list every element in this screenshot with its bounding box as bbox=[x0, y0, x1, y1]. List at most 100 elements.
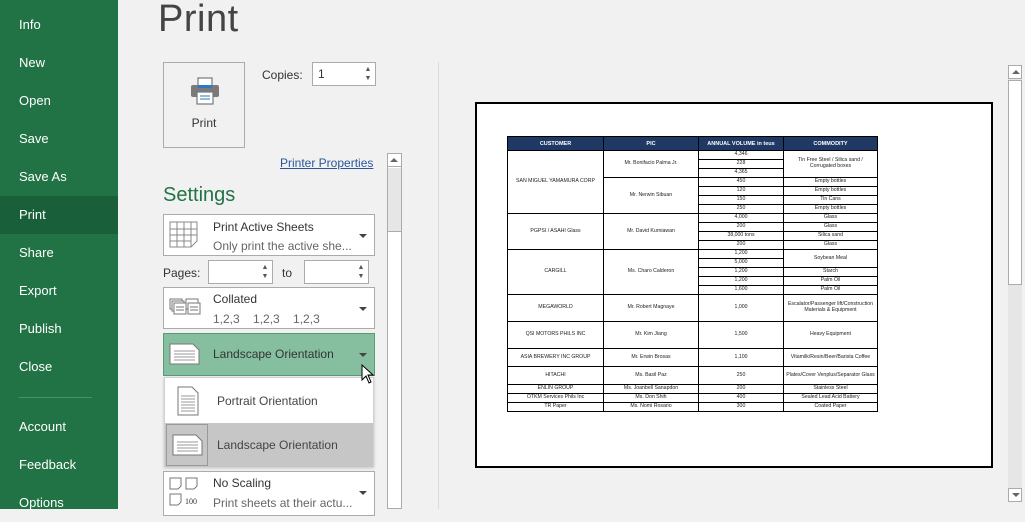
pages-to-increment[interactable]: ▲ bbox=[357, 264, 365, 272]
scaling-dropdown[interactable]: 100 No Scaling Print sheets at their act… bbox=[163, 471, 375, 516]
pages-from-increment[interactable]: ▲ bbox=[261, 264, 269, 272]
settings-scroll-track[interactable] bbox=[388, 168, 401, 232]
scaling-icon: 100 bbox=[169, 477, 198, 506]
sidebar-item-save-as[interactable]: Save As bbox=[0, 158, 118, 196]
commodity-cell: Palm Oil bbox=[783, 276, 878, 286]
pic-cell: Ms. Nomi Rosario bbox=[603, 402, 699, 412]
commodity-cell: Empty bottles bbox=[783, 204, 878, 214]
commodity-cell: Starch bbox=[783, 267, 878, 277]
sidebar-item-account[interactable]: Account bbox=[0, 408, 118, 446]
table-row: ENLIN GROUP Ms. Joanbell Sanapdon 200 Stain… bbox=[507, 384, 878, 394]
volume-cell: 120 bbox=[698, 186, 784, 196]
orientation-option-portrait-label: Portrait Orientation bbox=[217, 394, 318, 408]
volume-cell: 300 bbox=[698, 402, 784, 412]
volume-cell: 200 bbox=[698, 222, 784, 232]
customer-cell: QSI MOTORS PHILS INC bbox=[507, 321, 604, 349]
preview-table: CUSTOMER PIC ANNUAL VOLUME in teus COMMODIT… bbox=[507, 136, 878, 412]
table-row: QSI MOTORS PHILS INC Mr. Kim Jiang 1,500 He… bbox=[507, 321, 878, 349]
volume-cell: 1,600 bbox=[698, 285, 784, 295]
printer-properties-link[interactable]: Printer Properties bbox=[280, 156, 373, 170]
mouse-cursor-icon bbox=[361, 364, 375, 384]
pic-cell: Ms. Don Shih bbox=[603, 393, 699, 403]
pic-cell: Mr. Bonifacio Palma Jr. bbox=[603, 150, 699, 178]
commodity-cell: Heavy Equipment bbox=[783, 321, 878, 349]
print-what-dropdown[interactable]: Print Active Sheets Only print the activ… bbox=[163, 214, 375, 256]
print-button[interactable]: Print bbox=[163, 62, 245, 148]
customer-cell: OTKM Services Phils Inc bbox=[507, 393, 604, 403]
landscape-page-icon bbox=[172, 434, 203, 456]
volume-cell: 1,200 bbox=[698, 267, 784, 277]
pages-to-decrement[interactable]: ▼ bbox=[357, 273, 365, 281]
landscape-page-icon bbox=[169, 343, 200, 365]
volume-cell: 250 bbox=[698, 366, 784, 385]
collation-dropdown[interactable]: Collated 1,2,3 1,2,3 1,2,3 bbox=[163, 287, 375, 329]
sidebar-item-new[interactable]: New bbox=[0, 44, 118, 82]
commodity-cell: Empty bottles bbox=[783, 177, 878, 187]
pages-to-input[interactable]: ▲ ▼ bbox=[304, 260, 369, 284]
commodity-cell: Silica sand bbox=[783, 231, 878, 241]
preview-scroll-up-button[interactable] bbox=[1008, 65, 1022, 79]
svg-text:100: 100 bbox=[185, 497, 197, 506]
sidebar-item-close[interactable]: Close bbox=[0, 348, 118, 386]
customer-cell: SAN MIGUEL YAMAMURA CORP bbox=[507, 150, 604, 214]
print-what-title: Print Active Sheets bbox=[213, 220, 314, 234]
sidebar-item-info[interactable]: Info bbox=[0, 6, 118, 44]
sidebar-item-save[interactable]: Save bbox=[0, 120, 118, 158]
commodity-cell: Coated Paper bbox=[783, 402, 878, 412]
commodity-cell: Plates/Cover Venplus/Separator Glass bbox=[783, 366, 878, 385]
sidebar-item-share[interactable]: Share bbox=[0, 234, 118, 272]
customer-cell: ENLIN GROUP bbox=[507, 384, 604, 394]
copies-increment-button[interactable]: ▲ bbox=[364, 66, 372, 74]
settings-heading: Settings bbox=[163, 184, 236, 206]
pic-cell: Mr. David Kurniawan bbox=[603, 213, 699, 250]
settings-scrollbar[interactable] bbox=[387, 153, 402, 509]
volume-cell: 38,000 tons bbox=[698, 231, 784, 241]
copies-decrement-button[interactable]: ▼ bbox=[364, 75, 372, 83]
orientation-option-portrait[interactable]: Portrait Orientation bbox=[165, 379, 373, 423]
arrow-up-icon bbox=[390, 158, 398, 162]
commodity-cell: Empty bottles bbox=[783, 186, 878, 196]
table-row: PGPSI / ASAHI Glass Mr. David Kurniawan 4,… bbox=[507, 213, 878, 250]
sidebar-item-feedback[interactable]: Feedback bbox=[0, 446, 118, 484]
pic-cell: Mr. Nerwin Sibuan bbox=[603, 177, 699, 214]
chevron-down-icon bbox=[359, 353, 367, 357]
copies-value: 1 bbox=[318, 67, 325, 81]
commodity-cell: Glass bbox=[783, 213, 878, 223]
volume-cell: 150 bbox=[698, 195, 784, 205]
pages-from-input[interactable]: ▲ ▼ bbox=[208, 260, 273, 284]
chevron-down-icon bbox=[359, 491, 367, 495]
chevron-down-icon bbox=[359, 234, 367, 238]
volume-cell: 4,000 bbox=[698, 213, 784, 223]
sidebar-item-options[interactable]: Options bbox=[0, 484, 118, 522]
volume-cell: 4,365 bbox=[698, 168, 784, 178]
orientation-title: Landscape Orientation bbox=[213, 347, 334, 361]
preview-scrollbar[interactable] bbox=[1008, 65, 1022, 502]
arrow-down-icon bbox=[1012, 493, 1020, 497]
pic-cell: Mr. Erwin Brosas bbox=[603, 348, 699, 367]
orientation-option-landscape[interactable]: Landscape Orientation bbox=[165, 423, 373, 467]
pages-from-decrement[interactable]: ▼ bbox=[261, 273, 269, 281]
copies-input[interactable]: 1 ▲ ▼ bbox=[312, 62, 376, 86]
collation-title: Collated bbox=[213, 292, 258, 306]
volume-cell: 400 bbox=[698, 393, 784, 403]
sidebar-item-publish[interactable]: Publish bbox=[0, 310, 118, 348]
volume-cell: 250 bbox=[698, 204, 784, 214]
sidebar-item-export[interactable]: Export bbox=[0, 272, 118, 310]
table-row: CARGILL Ms. Charo Calderon 1,200 Soybean Me… bbox=[507, 249, 878, 295]
commodity-cell: Soybean Meal bbox=[783, 249, 878, 268]
table-row: OTKM Services Phils Inc Ms. Don Shih 400 Se… bbox=[507, 393, 878, 403]
preview-scroll-down-button[interactable] bbox=[1008, 488, 1022, 502]
sidebar-item-print[interactable]: Print bbox=[0, 196, 118, 234]
settings-scroll-up-button[interactable] bbox=[388, 154, 401, 167]
pic-cell: Ms. Charo Calderon bbox=[603, 249, 699, 295]
arrow-up-icon bbox=[1012, 70, 1020, 74]
table-row: MEGAWORLD Mr. Robert Magnaye 1,000 Escalato… bbox=[507, 294, 878, 322]
commodity-cell: Vitamilk/Resin/Beer/Barista Coffee bbox=[783, 348, 878, 367]
customer-cell: HITACHI bbox=[507, 366, 604, 385]
customer-cell: MEGAWORLD bbox=[507, 294, 604, 322]
preview-scroll-thumb[interactable] bbox=[1008, 80, 1022, 285]
printer-icon bbox=[191, 77, 219, 105]
orientation-dropdown[interactable]: Landscape Orientation bbox=[163, 333, 375, 376]
sidebar-item-open[interactable]: Open bbox=[0, 82, 118, 120]
volume-cell: 1,200 bbox=[698, 249, 784, 259]
